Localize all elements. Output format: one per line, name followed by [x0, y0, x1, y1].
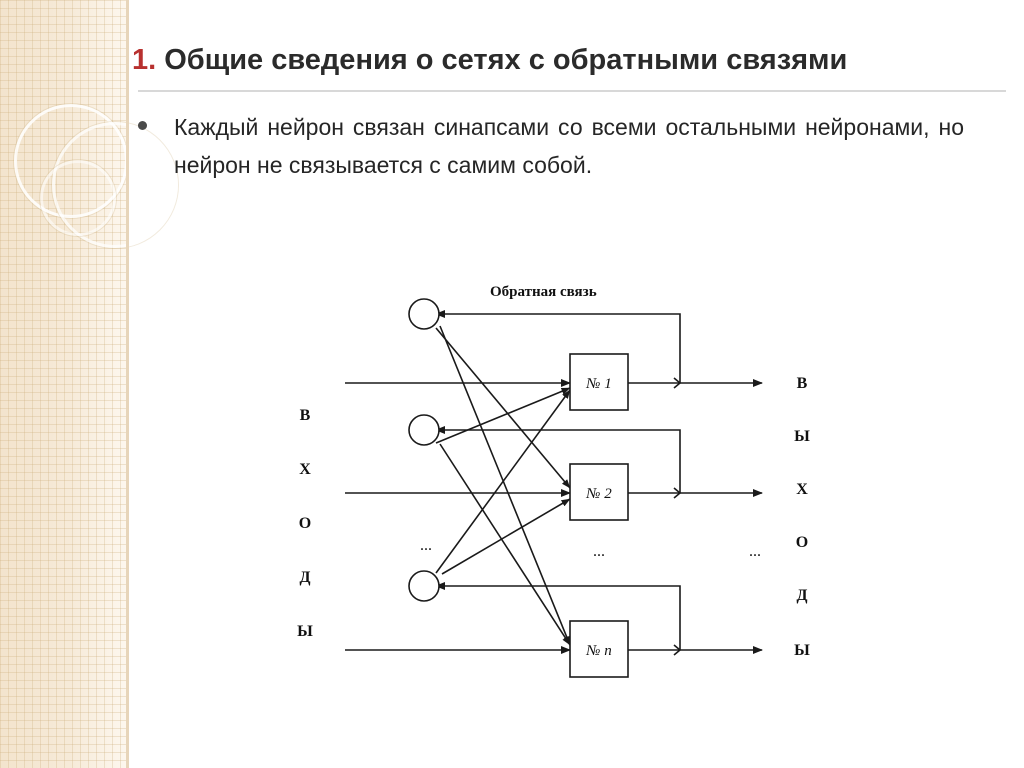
feedback-node-1 — [408, 298, 440, 330]
cross-n2-to-neuron1 — [435, 387, 571, 444]
outputs-vertical-label: В Ы Х О Д Ы — [794, 375, 810, 659]
inputs-letter-3: Д — [299, 569, 310, 586]
feedback-node-2 — [408, 414, 440, 446]
bullet-item: Каждый нейрон связан синапсами со всеми … — [138, 108, 968, 184]
cross-n1-to-neuron3 — [439, 325, 571, 646]
cross-n2-to-neuron3 — [439, 443, 571, 646]
decorative-band-edge — [126, 0, 129, 768]
page-title: 1. Общие сведения о сетях с обратными св… — [132, 42, 1012, 78]
inputs-letter-1: Х — [299, 461, 311, 478]
outputs-letter-0: В — [797, 375, 808, 392]
cross-n3-to-neuron1 — [435, 389, 571, 574]
inputs-letter-2: О — [299, 515, 311, 532]
outputs-letter-1: Ы — [794, 428, 810, 445]
decorative-ring-small — [40, 160, 116, 236]
inputs-letter-0: В — [300, 407, 311, 424]
feedback-label: Обратная связь — [490, 284, 597, 300]
decorative-left-band — [0, 0, 178, 768]
inputs-letter-4: Ы — [297, 623, 313, 640]
ellipsis-center: ... — [593, 543, 605, 560]
bullet-dot-icon — [138, 121, 147, 130]
recurrent-network-diagram: № 1 № 2 № n Обратная связь ... ... ... В… — [250, 268, 850, 708]
page-title-number: 1. — [132, 44, 157, 76]
page-title-text: Общие сведения о сетях с обратными связя… — [164, 44, 848, 76]
inputs-vertical-label: В Х О Д Ы — [297, 407, 313, 640]
network-diagram-svg: № 1 № 2 № n Обратная связь ... ... ... В… — [297, 284, 810, 678]
bullet-text: Каждый нейрон связан синапсами со всеми … — [174, 114, 964, 178]
ellipsis-right: ... — [749, 543, 761, 560]
neuron-label-2: № 2 — [585, 486, 612, 502]
outputs-letter-3: О — [796, 534, 808, 551]
ellipsis-left: ... — [420, 537, 432, 554]
outputs-letter-4: Д — [796, 587, 807, 604]
cross-n1-to-neuron2 — [435, 327, 571, 489]
neuron-label-1: № 1 — [585, 376, 611, 392]
outputs-letter-5: Ы — [794, 642, 810, 659]
feedback-node-3 — [408, 570, 440, 602]
cross-n3-to-neuron2 — [441, 498, 571, 575]
neuron-label-3: № n — [585, 643, 611, 659]
title-divider — [138, 90, 1006, 92]
feedback-bus-2 — [435, 426, 681, 493]
outputs-letter-2: Х — [796, 481, 808, 498]
feedback-bus-3 — [435, 582, 681, 650]
